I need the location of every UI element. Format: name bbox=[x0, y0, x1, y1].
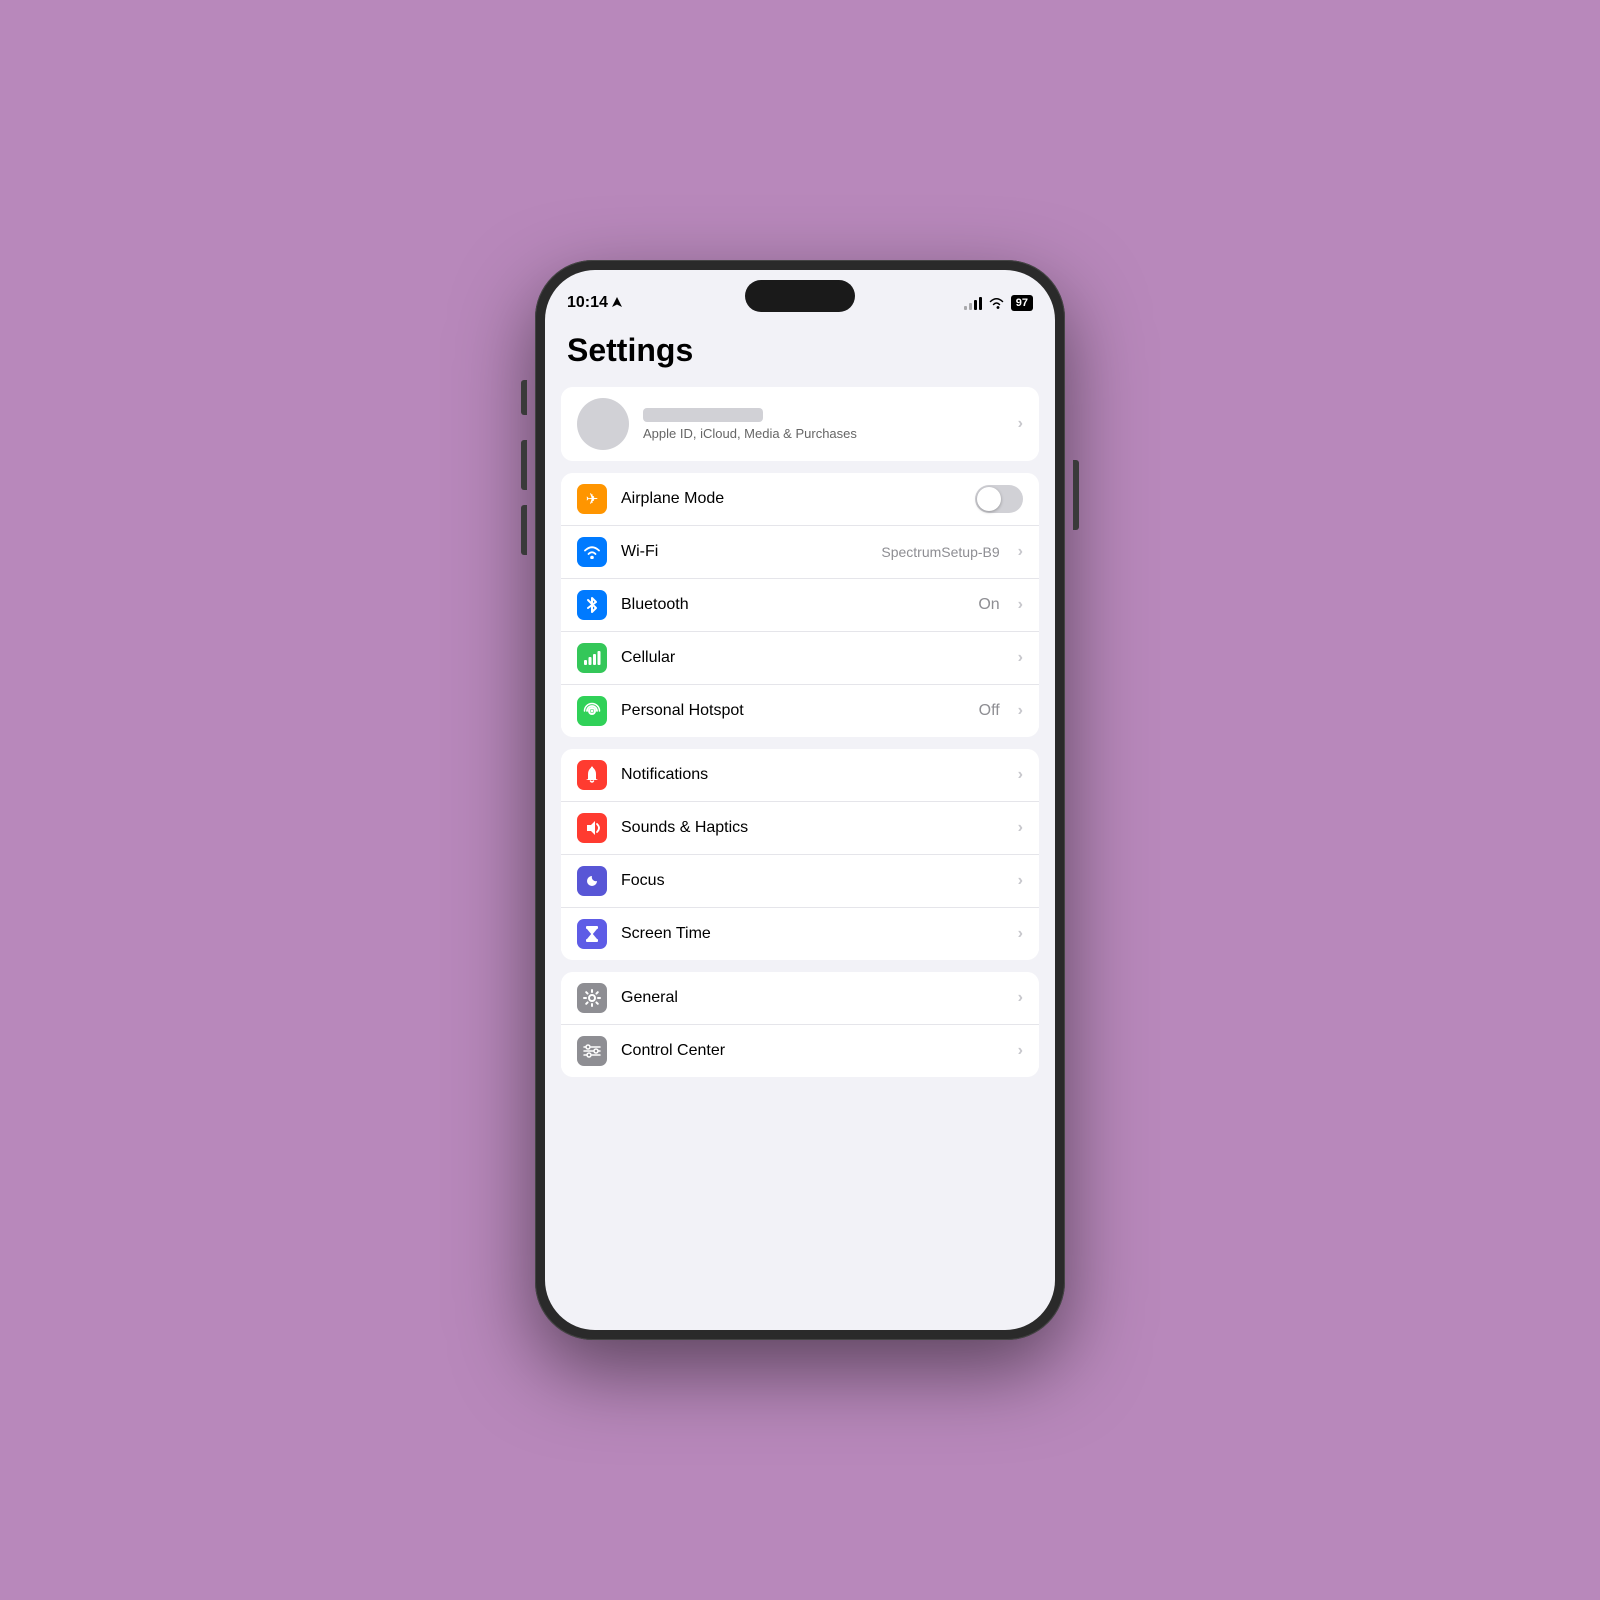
cellular-chevron: › bbox=[1018, 649, 1023, 667]
gear-icon bbox=[583, 989, 601, 1007]
phone-screen: 10:14 bbox=[545, 270, 1055, 1330]
notifications-label: Notifications bbox=[621, 766, 1004, 784]
volume-down-button[interactable] bbox=[521, 505, 527, 555]
hotspot-svg-icon bbox=[583, 702, 601, 720]
sliders-icon bbox=[583, 1042, 601, 1060]
general-icon bbox=[577, 983, 607, 1013]
silent-button[interactable] bbox=[521, 380, 527, 415]
cellular-bars-icon bbox=[583, 650, 601, 666]
wifi-chevron: › bbox=[1018, 543, 1023, 561]
screentime-label: Screen Time bbox=[621, 925, 1004, 943]
apple-id-chevron: › bbox=[1018, 415, 1023, 433]
bluetooth-icon bbox=[577, 590, 607, 620]
page-title: Settings bbox=[545, 322, 1055, 387]
focus-icon bbox=[577, 866, 607, 896]
apple-id-name-blur bbox=[643, 408, 763, 422]
general-section: General › bbox=[561, 972, 1039, 1077]
hotspot-label: Personal Hotspot bbox=[621, 702, 965, 720]
moon-icon bbox=[584, 873, 600, 889]
notifications-section: Notifications › Sounds & Haptics › bbox=[561, 749, 1039, 960]
status-bar: 10:14 bbox=[545, 270, 1055, 322]
dynamic-island bbox=[745, 280, 855, 312]
cellular-label: Cellular bbox=[621, 649, 1004, 667]
wifi-value: SpectrumSetup-B9 bbox=[881, 544, 999, 560]
controlcenter-icon bbox=[577, 1036, 607, 1066]
apple-id-subtitle: Apple ID, iCloud, Media & Purchases bbox=[643, 426, 1004, 441]
hotspot-chevron: › bbox=[1018, 702, 1023, 720]
time-label: 10:14 bbox=[567, 294, 608, 312]
bluetooth-chevron: › bbox=[1018, 596, 1023, 614]
location-icon bbox=[612, 297, 622, 309]
notifications-row[interactable]: Notifications › bbox=[561, 749, 1039, 801]
bt-icon bbox=[586, 596, 598, 614]
sound-icon bbox=[583, 820, 601, 836]
focus-label: Focus bbox=[621, 872, 1004, 890]
sounds-icon bbox=[577, 813, 607, 843]
airplane-icon: ✈ bbox=[577, 484, 607, 514]
phone-frame: 10:14 bbox=[535, 260, 1065, 1340]
bluetooth-value: On bbox=[978, 596, 999, 614]
general-chevron: › bbox=[1018, 989, 1023, 1007]
bell-icon bbox=[584, 766, 600, 784]
power-button[interactable] bbox=[1073, 460, 1079, 530]
connectivity-section: ✈ Airplane Mode Wi-Fi SpectrumSetup-B9 › bbox=[561, 473, 1039, 737]
notifications-chevron: › bbox=[1018, 766, 1023, 784]
avatar bbox=[577, 398, 629, 450]
focus-row[interactable]: Focus › bbox=[561, 854, 1039, 907]
cellular-row[interactable]: Cellular › bbox=[561, 631, 1039, 684]
controlcenter-label: Control Center bbox=[621, 1042, 1004, 1060]
screentime-icon bbox=[577, 919, 607, 949]
screentime-chevron: › bbox=[1018, 925, 1023, 943]
controlcenter-chevron: › bbox=[1018, 1042, 1023, 1060]
airplane-toggle[interactable] bbox=[975, 485, 1023, 513]
apple-id-info: Apple ID, iCloud, Media & Purchases bbox=[643, 408, 1004, 441]
notifications-icon bbox=[577, 760, 607, 790]
wifi-label: Wi-Fi bbox=[621, 543, 867, 561]
apple-id-row[interactable]: Apple ID, iCloud, Media & Purchases › bbox=[561, 387, 1039, 461]
cellular-icon bbox=[577, 643, 607, 673]
sounds-label: Sounds & Haptics bbox=[621, 819, 1004, 837]
status-time: 10:14 bbox=[567, 294, 622, 312]
volume-up-button[interactable] bbox=[521, 440, 527, 490]
airplane-mode-row[interactable]: ✈ Airplane Mode bbox=[561, 473, 1039, 525]
hotspot-icon bbox=[577, 696, 607, 726]
focus-chevron: › bbox=[1018, 872, 1023, 890]
airplane-label: Airplane Mode bbox=[621, 490, 961, 508]
hotspot-value: Off bbox=[979, 702, 1000, 720]
hourglass-icon bbox=[585, 925, 599, 943]
wifi-status-icon bbox=[988, 297, 1005, 310]
general-label: General bbox=[621, 989, 1004, 1007]
apple-id-section: Apple ID, iCloud, Media & Purchases › bbox=[561, 387, 1039, 461]
sounds-row[interactable]: Sounds & Haptics › bbox=[561, 801, 1039, 854]
sounds-chevron: › bbox=[1018, 819, 1023, 837]
battery-icon: 97 bbox=[1011, 295, 1033, 311]
bluetooth-row[interactable]: Bluetooth On › bbox=[561, 578, 1039, 631]
wifi-row-icon bbox=[577, 537, 607, 567]
signal-icon bbox=[964, 296, 982, 310]
wifi-icon bbox=[583, 545, 601, 559]
battery-label: 97 bbox=[1011, 295, 1033, 311]
status-icons: 97 bbox=[964, 295, 1033, 311]
hotspot-row[interactable]: Personal Hotspot Off › bbox=[561, 684, 1039, 737]
controlcenter-row[interactable]: Control Center › bbox=[561, 1024, 1039, 1077]
general-row[interactable]: General › bbox=[561, 972, 1039, 1024]
screentime-row[interactable]: Screen Time › bbox=[561, 907, 1039, 960]
bluetooth-label: Bluetooth bbox=[621, 596, 964, 614]
wifi-row[interactable]: Wi-Fi SpectrumSetup-B9 › bbox=[561, 525, 1039, 578]
